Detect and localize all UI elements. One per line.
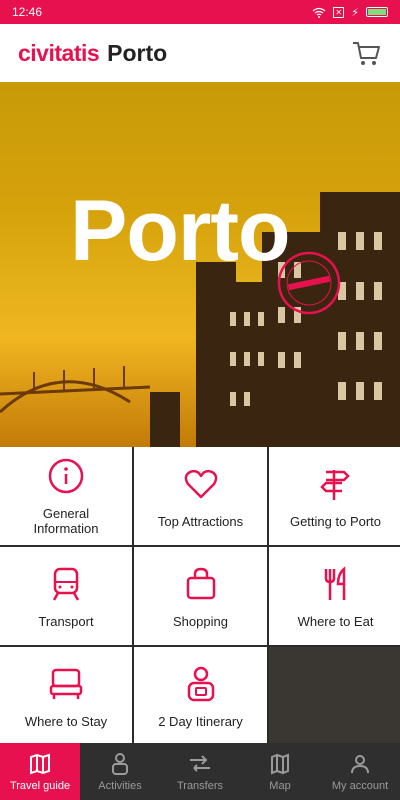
cart-icon[interactable] xyxy=(350,37,382,69)
cutlery-icon xyxy=(324,565,345,600)
tile-transport[interactable]: Transport xyxy=(0,547,132,645)
nav-my-account[interactable]: My account xyxy=(320,743,400,800)
tile-shopping[interactable]: Shopping xyxy=(134,547,267,645)
no-sim-icon: ✕ xyxy=(333,6,345,18)
nav-label: Map xyxy=(269,779,291,792)
grid-empty-cell xyxy=(269,647,400,745)
status-time: 12:46 xyxy=(12,5,43,19)
nav-travel-guide[interactable]: Travel guide xyxy=(0,743,80,800)
transfer-icon xyxy=(190,754,210,772)
status-icons: ✕ ⚡ xyxy=(312,6,388,19)
charging-icon: ⚡ xyxy=(351,6,359,19)
battery-icon xyxy=(366,7,388,17)
city-title: Porto xyxy=(107,39,168,66)
hero-banner: Porto xyxy=(0,82,400,448)
tile-label: Top Attractions xyxy=(157,513,244,529)
tile-getting-to-porto[interactable]: Getting to Porto xyxy=(269,447,400,545)
nav-transfers[interactable]: Transfers xyxy=(160,743,240,800)
nav-activities[interactable]: Activities xyxy=(80,743,160,800)
tile-label: Getting to Porto xyxy=(289,513,382,529)
guide-icon xyxy=(187,666,214,701)
train-icon xyxy=(52,567,80,601)
heart-icon xyxy=(184,469,217,498)
nav-label: My account xyxy=(331,779,389,792)
map-icon xyxy=(30,753,50,774)
tile-label: Where to Eat xyxy=(297,613,374,629)
tile-2-day-itinerary[interactable]: 2 Day Itinerary xyxy=(134,647,267,745)
status-bar: 12:46 ✕ ⚡ xyxy=(0,0,400,24)
guide-sections-grid: General Information Top Attractions Gett… xyxy=(0,447,400,745)
map-pin-icon xyxy=(271,753,289,774)
bed-icon xyxy=(49,668,83,699)
tile-label: 2 Day Itinerary xyxy=(158,713,243,729)
activities-icon xyxy=(112,752,128,775)
hero-title: Porto xyxy=(70,183,291,279)
tile-label: Where to Stay xyxy=(24,713,108,729)
info-icon xyxy=(48,458,84,494)
tile-label: General Information xyxy=(33,506,99,536)
user-icon xyxy=(351,754,369,773)
tile-where-to-eat[interactable]: Where to Eat xyxy=(269,547,400,645)
wifi-icon xyxy=(312,7,326,18)
nav-label: Activities xyxy=(98,779,142,792)
tile-label: Transport xyxy=(38,613,94,629)
app-bar: civitatis Porto xyxy=(0,24,400,82)
shopping-bag-icon xyxy=(186,567,215,599)
signpost-icon xyxy=(319,469,350,500)
nav-label: Travel guide xyxy=(9,779,71,792)
nav-map[interactable]: Map xyxy=(240,743,320,800)
brand-logo: civitatis xyxy=(18,39,100,66)
tile-where-to-stay[interactable]: Where to Stay xyxy=(0,647,132,745)
bottom-navigation: Travel guide Activities Transfers Map My… xyxy=(0,743,400,800)
top-destination-badge xyxy=(277,251,341,315)
tile-label: Shopping xyxy=(173,613,228,629)
tile-top-attractions[interactable]: Top Attractions xyxy=(134,447,267,545)
tile-general-information[interactable]: General Information xyxy=(0,447,132,545)
nav-label: Transfers xyxy=(176,779,224,792)
